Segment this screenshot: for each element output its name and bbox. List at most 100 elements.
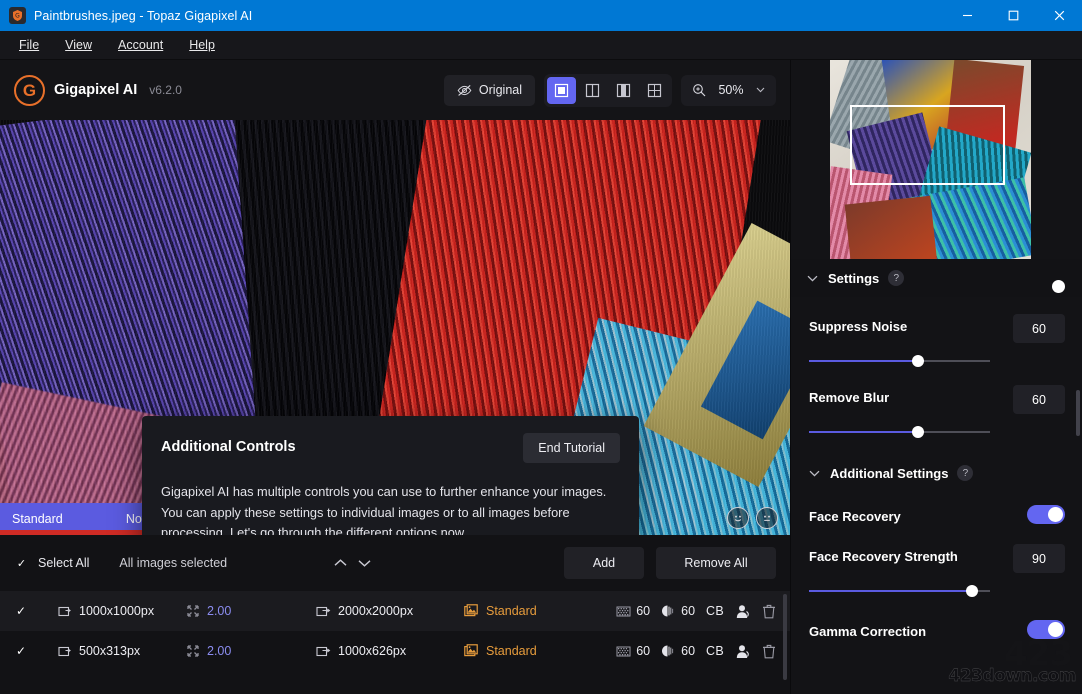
table-row[interactable]: ✓ 500x313px 2.00	[0, 631, 790, 671]
gamma-correction-toggle[interactable]	[1027, 620, 1065, 639]
remove-blur-value[interactable]: 60	[1013, 385, 1065, 414]
side-by-side-icon[interactable]	[609, 77, 638, 104]
row-noise-metric[interactable]: 60	[616, 604, 650, 618]
select-all-check-icon: ✓	[17, 557, 26, 570]
menu-item-help-label: Help	[189, 38, 215, 52]
source-size-label: 1000x1000px	[79, 604, 154, 618]
settings-section-header[interactable]: Settings ?	[791, 259, 1082, 297]
add-button[interactable]: Add	[564, 547, 644, 579]
settings-panel-scrollbar[interactable]	[1076, 390, 1080, 436]
split-pane-icon[interactable]	[578, 77, 607, 104]
model-label: Standard	[486, 644, 537, 658]
file-list-scrollbar[interactable]	[783, 594, 787, 680]
face-recovery-icon[interactable]	[735, 644, 751, 659]
row-metrics: 60 60 CB	[616, 644, 776, 659]
original-toggle-button[interactable]: Original	[444, 75, 535, 106]
row-model[interactable]: Standard	[464, 644, 614, 658]
chevron-down-icon[interactable]	[809, 470, 820, 477]
trash-icon[interactable]	[762, 644, 776, 659]
left-pane: G Gigapixel AI v6.2.0	[0, 60, 790, 694]
suppress-noise-slider[interactable]	[809, 354, 990, 368]
window-controls	[944, 0, 1082, 31]
eye-off-icon	[457, 84, 472, 97]
right-panel: Settings ? Suppress Noise 60	[790, 60, 1082, 694]
image-in-icon	[58, 645, 72, 658]
image-preview[interactable]: Standard Not Updated Additional Controls	[0, 120, 790, 535]
face-neutral-icon[interactable]	[756, 507, 778, 529]
menu-item-account[interactable]: Account	[105, 33, 176, 57]
remove-all-button[interactable]: Remove All	[656, 547, 776, 579]
chevron-down-icon[interactable]	[756, 87, 765, 93]
selection-status-label: All images selected	[119, 556, 227, 570]
suppress-noise-value[interactable]: 60	[1013, 314, 1065, 343]
row-model[interactable]: Standard	[464, 604, 614, 618]
additional-settings-title: Additional Settings	[830, 466, 948, 481]
menu-item-account-label: Account	[118, 38, 163, 52]
maximize-icon[interactable]	[990, 0, 1036, 31]
question-icon[interactable]: ?	[957, 465, 973, 481]
face-recovery-strength-label: Face Recovery Strength	[809, 546, 958, 564]
select-all-checkbox[interactable]: ✓	[14, 556, 29, 571]
menu-item-help[interactable]: Help	[176, 33, 228, 57]
sort-controls	[333, 558, 372, 568]
output-size-label: 2000x2000px	[338, 604, 413, 618]
suppress-noise-label: Suppress Noise	[809, 316, 907, 334]
row-source-size: 500x313px	[58, 644, 186, 658]
close-icon[interactable]	[1036, 0, 1082, 31]
menu-item-file[interactable]: File	[6, 33, 52, 57]
face-recovery-strength-slider[interactable]	[809, 584, 990, 598]
row-source-size: 1000x1000px	[58, 604, 186, 618]
zoom-in-icon	[692, 83, 706, 97]
brand-logo-icon: G	[14, 75, 45, 106]
gigapixel-app-window: G Paintbrushes.jpeg - Topaz Gigapixel AI…	[0, 0, 1082, 694]
chevron-up-icon[interactable]	[333, 558, 348, 568]
face-smile-icon[interactable]	[727, 507, 749, 529]
trash-icon[interactable]	[762, 604, 776, 619]
end-tutorial-button[interactable]: End Tutorial	[523, 433, 620, 463]
app-header: G Gigapixel AI v6.2.0	[0, 60, 790, 120]
face-recovery-strength-value[interactable]: 90	[1013, 544, 1065, 573]
navigator-thumbnail[interactable]	[830, 60, 1031, 259]
face-recovery-label: Face Recovery	[809, 506, 901, 524]
model-standard-icon	[464, 604, 479, 618]
image-in-icon	[58, 605, 72, 618]
noise-value: 60	[636, 604, 650, 618]
row-blur-metric[interactable]: 60	[661, 644, 695, 658]
row-noise-metric[interactable]: 60	[616, 644, 650, 658]
row-blur-metric[interactable]: 60	[661, 604, 695, 618]
remove-blur-label: Remove Blur	[809, 387, 889, 405]
image-out-icon	[316, 605, 331, 618]
grid-pane-icon[interactable]	[640, 77, 669, 104]
remove-blur-slider[interactable]	[809, 425, 990, 439]
chevron-down-icon[interactable]	[357, 558, 372, 568]
row-output-size: 1000x626px	[316, 644, 464, 658]
blur-value: 60	[681, 644, 695, 658]
gamma-correction-label: Gamma Correction	[809, 621, 926, 639]
row-scale[interactable]: 2.00	[186, 644, 316, 658]
additional-settings-header[interactable]: Additional Settings ?	[791, 465, 1082, 481]
face-recovery-toggle[interactable]	[1027, 505, 1065, 524]
row-checkbox[interactable]: ✓	[14, 644, 58, 658]
single-pane-icon[interactable]	[547, 77, 576, 104]
table-row[interactable]: ✓ 1000x1000px 2.00	[0, 591, 790, 631]
row-color-balance-label[interactable]: CB	[706, 604, 724, 618]
row-checkbox[interactable]: ✓	[14, 604, 58, 618]
minimize-icon[interactable]	[944, 0, 990, 31]
row-color-balance-label[interactable]: CB	[706, 644, 724, 658]
row-scale[interactable]: 2.00	[186, 604, 316, 618]
gamma-correction-control: Gamma Correction	[791, 620, 1082, 639]
zoom-value: 50%	[716, 83, 746, 97]
menu-item-view-label: View	[65, 38, 92, 52]
chevron-down-icon[interactable]	[807, 275, 818, 282]
face-recovery-strength-control: Face Recovery Strength 90	[791, 546, 1082, 598]
header-tools: Original	[444, 74, 776, 107]
blur-icon	[661, 604, 676, 618]
menu-item-view[interactable]: View	[52, 33, 105, 57]
tutorial-title: Additional Controls	[161, 433, 296, 455]
zoom-control[interactable]: 50%	[681, 75, 776, 106]
model-standard-icon	[464, 644, 479, 658]
navigator-viewport-rect[interactable]	[850, 105, 1005, 185]
question-icon[interactable]: ?	[888, 270, 904, 286]
face-recovery-icon[interactable]	[735, 604, 751, 619]
image-out-icon	[316, 645, 331, 658]
